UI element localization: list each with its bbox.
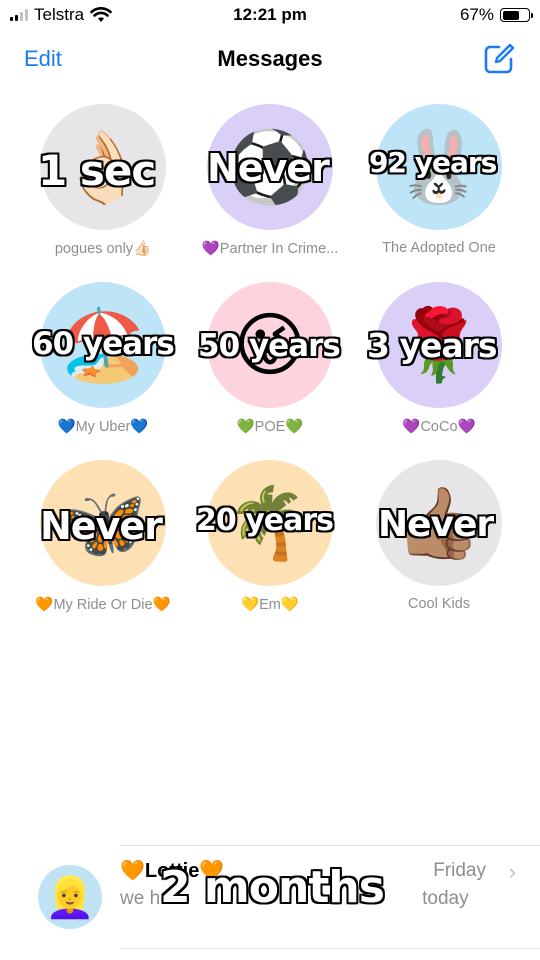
conversation-time: Friday [433,860,486,881]
pinned-label: 💙My Uber💙 [57,419,149,435]
page-title: Messages [217,46,323,71]
overlay-caption: 20 years [196,503,334,538]
overlay-caption: 60 years [32,326,175,362]
status-bar: Telstra 12:21 pm 67% [0,0,540,32]
overlay-caption: Never [40,504,163,548]
pinned-label: 💜Partner In Crime... [201,241,339,257]
overlay-caption: 3 years [367,326,498,365]
divider [120,948,540,949]
pinned-label: pogues only👍🏻 [54,241,152,257]
overlay-caption: 50 years [198,328,341,364]
overlay-caption: 1 sec [38,146,156,195]
chevron-right-icon[interactable]: › [509,859,516,885]
pinned-label: 💛Em💛 [241,597,299,613]
overlay-caption: 92 years [369,146,497,179]
overlay-caption: 2 months [160,862,385,913]
battery-percent: 67% [459,5,494,24]
compose-icon[interactable] [482,42,516,76]
avatar[interactable]: 👱‍♀️ [38,865,102,929]
pinned-conversation[interactable]: 🐰 The Adopted One [354,104,524,256]
divider [120,845,540,846]
pinned-label: 💜CoCo💜 [402,419,476,435]
overlay-caption: Never [378,504,494,545]
pinned-label: 🧡My Ride Or Die🧡 [35,597,171,613]
battery-icon [500,8,533,22]
battery-fill [502,10,520,20]
preview-end: today [422,888,469,909]
pinned-label: The Adopted One [382,240,496,256]
pinned-label: Cool Kids [407,596,471,612]
status-right: 67% [459,5,533,25]
overlay-caption: Never [207,146,330,190]
pinned-label: 💚POE💚 [236,419,304,435]
preview-start: we h [120,888,161,909]
